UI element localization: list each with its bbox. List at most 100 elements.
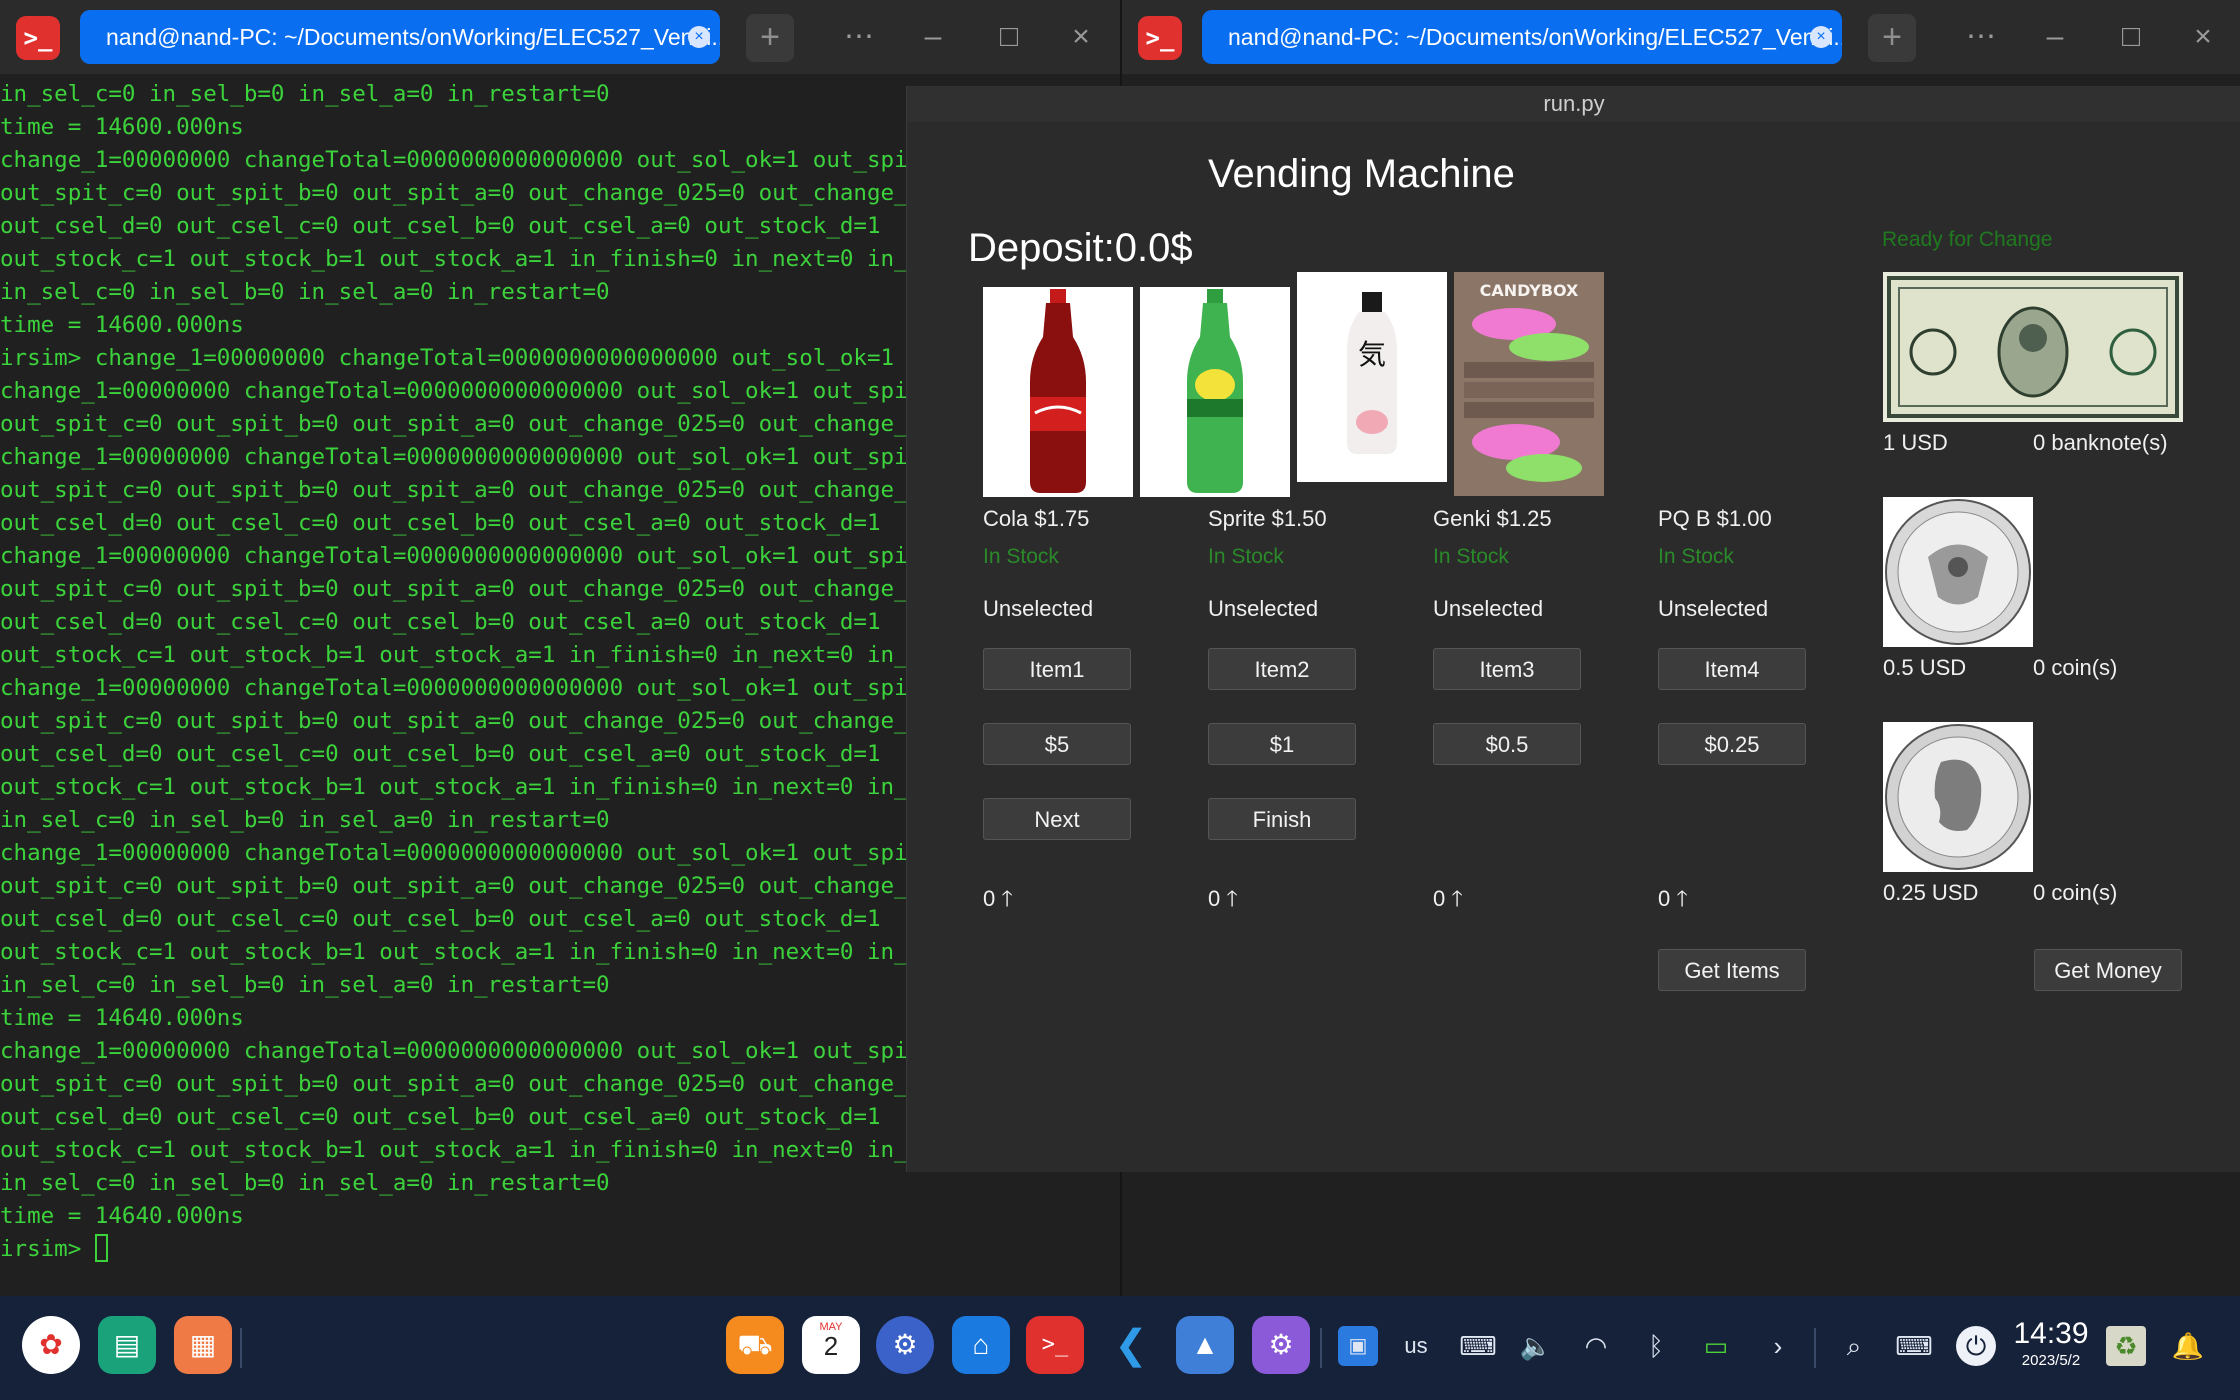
screenshot-tray-icon[interactable]: ▣ bbox=[1338, 1326, 1378, 1366]
tab-close-icon[interactable]: × bbox=[688, 26, 710, 48]
terminal-line: change_1=00000000 changeTotal=0000000000… bbox=[0, 543, 908, 569]
terminal-app-icon[interactable]: >_ bbox=[1138, 16, 1182, 60]
terminal-taskbar-icon[interactable]: >_ bbox=[1026, 1316, 1084, 1374]
terminal-line: change_1=00000000 changeTotal=0000000000… bbox=[0, 1038, 908, 1064]
terminal-line: out_spit_c=0 out_spit_b=0 out_spit_a=0 o… bbox=[0, 708, 908, 734]
onscreen-keyboard-icon[interactable]: ⌨ bbox=[1458, 1326, 1498, 1366]
next-button[interactable]: Next bbox=[983, 798, 1131, 840]
vending-machine-window[interactable]: run.py Vending Machine Deposit:0.0$ Read… bbox=[906, 86, 2240, 1172]
window-title: run.py bbox=[907, 86, 2240, 122]
notification-bell-icon[interactable]: 🔔 bbox=[2168, 1326, 2208, 1366]
terminal-app-icon[interactable]: >_ bbox=[16, 16, 60, 60]
keyboard-icon[interactable]: ⌨ bbox=[1894, 1326, 1934, 1366]
terminal-line: in_sel_c=0 in_sel_b=0 in_sel_a=0 in_rest… bbox=[0, 81, 610, 107]
terminal-tab-right[interactable]: nand@nand-PC: ~/Documents/onWorking/ELEC… bbox=[1202, 10, 1842, 64]
settings-icon[interactable]: ⚙ bbox=[876, 1316, 934, 1374]
half-dollar-coin-image bbox=[1883, 497, 2033, 647]
file-manager-icon[interactable]: ⌂ bbox=[952, 1316, 1010, 1374]
calendar-icon[interactable]: MAY 2 bbox=[802, 1316, 860, 1374]
cola-bottle-image bbox=[983, 287, 1133, 497]
vscode-icon[interactable]: ❮ bbox=[1102, 1316, 1160, 1374]
power-icon[interactable]: ⏻ bbox=[1956, 1326, 1996, 1366]
tab-close-icon[interactable]: × bbox=[1810, 26, 1832, 48]
wifi-icon[interactable]: ◠ bbox=[1576, 1326, 1616, 1366]
show-desktop-icon[interactable]: ▦ bbox=[174, 1316, 232, 1374]
item-count-cola: 0 🡑 bbox=[983, 882, 1013, 920]
product-label-genki: Genki $1.25 bbox=[1433, 506, 1552, 531]
insert-1-button[interactable]: $1 bbox=[1208, 723, 1356, 765]
bluetooth-icon[interactable]: ᛒ bbox=[1636, 1326, 1676, 1366]
maximize-icon[interactable]: □ bbox=[2110, 16, 2152, 58]
volume-icon[interactable]: 🔈 bbox=[1516, 1326, 1556, 1366]
arrow-up-icon: 🡑 bbox=[1001, 886, 1013, 911]
stock-status-genki: In Stock bbox=[1433, 545, 1509, 568]
get-money-button[interactable]: Get Money bbox=[2034, 949, 2182, 991]
genki-bottle-image: 気 bbox=[1297, 272, 1447, 482]
app-store-icon[interactable]: ⛟ bbox=[726, 1316, 784, 1374]
selection-status-genki: Unselected bbox=[1433, 596, 1544, 621]
image-viewer-icon[interactable]: ▲ bbox=[1176, 1316, 1234, 1374]
terminal-line: change_1=00000000 changeTotal=0000000000… bbox=[0, 675, 908, 701]
terminal-cursor bbox=[94, 1234, 108, 1262]
insert-5-button[interactable]: $5 bbox=[983, 723, 1131, 765]
battery-icon[interactable]: ▭ bbox=[1696, 1326, 1736, 1366]
terminal-line: out_stock_c=1 out_stock_b=1 out_stock_a=… bbox=[0, 246, 908, 272]
product-label-pqb: PQ B $1.00 bbox=[1658, 506, 1772, 531]
currency-value-0-25usd: 0.25 USD bbox=[1883, 880, 1979, 905]
terminal-line: out_spit_c=0 out_spit_b=0 out_spit_a=0 o… bbox=[0, 576, 908, 602]
minimize-icon[interactable]: – bbox=[2034, 16, 2076, 58]
terminal-line: out_stock_c=1 out_stock_b=1 out_stock_a=… bbox=[0, 1137, 908, 1163]
terminal-line: change_1=00000000 changeTotal=0000000000… bbox=[0, 444, 908, 470]
trash-icon[interactable]: ♻ bbox=[2106, 1326, 2146, 1366]
terminal-line: in_sel_c=0 in_sel_b=0 in_sel_a=0 in_rest… bbox=[0, 972, 610, 998]
sprite-bottle-image bbox=[1140, 287, 1290, 497]
terminal-line: change_1=00000000 changeTotal=0000000000… bbox=[0, 378, 908, 404]
new-tab-plus-icon[interactable]: + bbox=[1868, 14, 1916, 62]
more-options-icon[interactable]: ⋯ bbox=[1960, 16, 2002, 58]
search-icon[interactable]: ⌕ bbox=[1834, 1326, 1874, 1366]
launcher-icon[interactable]: ✿ bbox=[22, 1316, 80, 1374]
terminal-output[interactable]: in_sel_c=0 in_sel_b=0 in_sel_a=0 in_rest… bbox=[0, 78, 921, 1266]
finish-button[interactable]: Finish bbox=[1208, 798, 1356, 840]
multitask-view-icon[interactable]: ▤ bbox=[98, 1316, 156, 1374]
taskbar-separator bbox=[1814, 1328, 1816, 1368]
clock[interactable]: 14:39 2023/5/2 bbox=[2010, 1316, 2092, 1370]
item4-button[interactable]: Item4 bbox=[1658, 648, 1806, 690]
insert-0-5-button[interactable]: $0.5 bbox=[1433, 723, 1581, 765]
get-items-button[interactable]: Get Items bbox=[1658, 949, 1806, 991]
terminal-line: change_1=00000000 changeTotal=0000000000… bbox=[0, 147, 908, 173]
terminal-tabbar-right: >_ nand@nand-PC: ~/Documents/onWorking/E… bbox=[1122, 0, 2240, 74]
terminal-tab-title: nand@nand-PC: ~/Documents/onWorking/ELEC… bbox=[1228, 24, 1842, 50]
currency-count-0-25usd: 0 coin(s) bbox=[2033, 880, 2118, 905]
item1-button[interactable]: Item1 bbox=[983, 648, 1131, 690]
item3-button[interactable]: Item3 bbox=[1433, 648, 1581, 690]
insert-0-25-button[interactable]: $0.25 bbox=[1658, 723, 1806, 765]
minimize-icon[interactable]: – bbox=[912, 16, 954, 58]
arrow-up-icon: 🡑 bbox=[1226, 886, 1238, 911]
new-tab-plus-icon[interactable]: + bbox=[746, 14, 794, 62]
change-status: Ready for Change bbox=[1882, 228, 2053, 251]
item-count-value: 0 bbox=[1658, 886, 1671, 911]
close-icon[interactable]: × bbox=[2182, 16, 2224, 58]
currency-count-0-5usd: 0 coin(s) bbox=[2033, 655, 2118, 680]
terminal-prompt-line[interactable]: irsim> bbox=[0, 1233, 921, 1266]
dollar-bill-image bbox=[1883, 272, 2183, 422]
quarter-coin-image bbox=[1883, 722, 2033, 872]
keyboard-layout-indicator[interactable]: us bbox=[1396, 1326, 1436, 1366]
terminal-line: irsim> change_1=00000000 changeTotal=000… bbox=[0, 345, 922, 371]
more-options-icon[interactable]: ⋯ bbox=[838, 16, 880, 58]
terminal-line: out_csel_d=0 out_csel_c=0 out_csel_b=0 o… bbox=[0, 213, 881, 239]
terminal-line: out_spit_c=0 out_spit_b=0 out_spit_a=0 o… bbox=[0, 873, 908, 899]
deposit-display: Deposit:0.0$ bbox=[968, 226, 1193, 270]
expand-tray-chevron-icon[interactable]: › bbox=[1758, 1326, 1798, 1366]
python-app-icon[interactable]: ⚙ bbox=[1252, 1316, 1310, 1374]
arrow-up-icon: 🡑 bbox=[1676, 886, 1688, 911]
terminal-line: time = 14640.000ns bbox=[0, 1203, 244, 1229]
terminal-tab[interactable]: nand@nand-PC: ~/Documents/onWorking/ELEC… bbox=[80, 10, 720, 64]
close-icon[interactable]: × bbox=[1060, 16, 1102, 58]
maximize-icon[interactable]: □ bbox=[988, 16, 1030, 58]
clock-time: 14:39 bbox=[2013, 1317, 2089, 1350]
item2-button[interactable]: Item2 bbox=[1208, 648, 1356, 690]
terminal-line: in_sel_c=0 in_sel_b=0 in_sel_a=0 in_rest… bbox=[0, 1170, 610, 1196]
selection-status-pqb: Unselected bbox=[1658, 596, 1769, 621]
